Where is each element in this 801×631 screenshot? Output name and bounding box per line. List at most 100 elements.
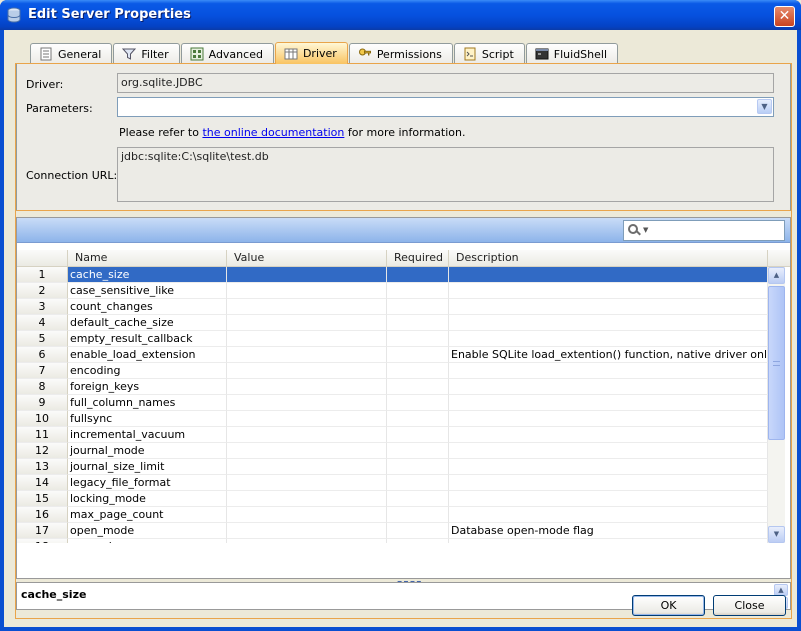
property-description-cell <box>449 299 768 315</box>
tab-fluidshell[interactable]: FluidShell <box>525 43 619 64</box>
header-corner <box>768 250 790 267</box>
property-value-cell[interactable] <box>227 315 387 331</box>
table-row[interactable]: 17 open_mode Database open-mode flag <box>17 523 768 539</box>
table-row[interactable]: 1 cache_size <box>17 267 768 283</box>
column-header-value[interactable]: Value <box>227 250 387 267</box>
column-header-required[interactable]: Required <box>387 250 449 267</box>
property-name-cell: encoding <box>68 363 227 379</box>
property-required-cell <box>387 411 449 427</box>
row-number: 15 <box>17 491 68 507</box>
property-value-cell[interactable] <box>227 347 387 363</box>
table-row[interactable]: 11 incremental_vacuum <box>17 427 768 443</box>
online-documentation-link[interactable]: the online documentation <box>202 126 344 139</box>
table-row[interactable]: 18page_size <box>17 539 768 543</box>
property-value-cell[interactable] <box>227 331 387 347</box>
parameters-combo[interactable]: ▼ <box>117 97 774 117</box>
property-value-cell[interactable] <box>227 395 387 411</box>
property-name-cell: locking_mode <box>68 491 227 507</box>
table-vertical-scrollbar[interactable]: ▲ ▼ <box>768 267 785 543</box>
title-bar[interactable]: Edit Server Properties ✕ <box>0 0 801 30</box>
ok-button[interactable]: OK <box>632 595 705 616</box>
fluidshell-icon <box>535 47 549 61</box>
tab-script[interactable]: Script <box>453 43 525 64</box>
property-name-cell: journal_mode <box>68 443 227 459</box>
property-value-cell[interactable] <box>227 475 387 491</box>
table-row[interactable]: 9 full_column_names <box>17 395 768 411</box>
property-description-cell <box>449 475 768 491</box>
connection-url-field[interactable]: jdbc:sqlite:C:\sqlite\test.db <box>117 147 774 202</box>
property-required-cell <box>387 459 449 475</box>
property-value-cell[interactable] <box>227 299 387 315</box>
property-description-cell <box>449 331 768 347</box>
property-value-cell[interactable] <box>227 491 387 507</box>
table-row[interactable]: 6 enable_load_extension Enable SQLite load… <box>17 347 768 363</box>
property-value-cell[interactable] <box>227 443 387 459</box>
property-value-cell[interactable] <box>227 267 387 283</box>
table-row[interactable]: 3 count_changes <box>17 299 768 315</box>
property-name-cell: default_cache_size <box>68 315 227 331</box>
table-row[interactable]: 5 empty_result_callback <box>17 331 768 347</box>
tab-general[interactable]: General <box>30 43 113 64</box>
general-icon <box>39 47 53 61</box>
scrollbar-thumb[interactable] <box>768 286 785 440</box>
table-row[interactable]: 14 legacy_file_format <box>17 475 768 491</box>
scroll-down-icon[interactable]: ▼ <box>768 526 785 543</box>
row-number: 4 <box>17 315 68 331</box>
table-row[interactable]: 8 foreign_keys <box>17 379 768 395</box>
close-window-button[interactable]: ✕ <box>774 6 795 27</box>
tab-advanced[interactable]: Advanced <box>180 43 274 64</box>
tab-label: Advanced <box>208 47 263 61</box>
property-name-cell: fullsync <box>68 411 227 427</box>
property-required-cell <box>387 395 449 411</box>
property-required-cell <box>387 539 449 543</box>
table-row[interactable]: 12 journal_mode <box>17 443 768 459</box>
property-value-cell[interactable] <box>227 379 387 395</box>
table-row[interactable]: 10 fullsync <box>17 411 768 427</box>
connection-url-label: Connection URL: <box>26 169 118 182</box>
chevron-down-icon[interactable]: ▼ <box>757 99 772 114</box>
property-value-cell[interactable] <box>227 523 387 539</box>
property-value-cell[interactable] <box>227 283 387 299</box>
row-number: 11 <box>17 427 68 443</box>
property-name-cell: legacy_file_format <box>68 475 227 491</box>
tab-label: Filter <box>141 47 169 61</box>
table-row[interactable]: 16 max_page_count <box>17 507 768 523</box>
tab-label: FluidShell <box>553 47 608 61</box>
property-value-cell[interactable] <box>227 411 387 427</box>
tab-permissions[interactable]: Permissions <box>348 43 453 64</box>
table-row[interactable]: 4 default_cache_size <box>17 315 768 331</box>
property-required-cell <box>387 363 449 379</box>
table-row[interactable]: 7 encoding <box>17 363 768 379</box>
property-description-cell <box>449 491 768 507</box>
property-value-cell[interactable] <box>227 363 387 379</box>
property-required-cell <box>387 331 449 347</box>
table-row[interactable]: 15 locking_mode <box>17 491 768 507</box>
table-row[interactable]: 13 journal_size_limit <box>17 459 768 475</box>
dialog-client-area: General Filter Advanced Driver Permissio… <box>4 30 797 627</box>
table-row[interactable]: 2 case_sensitive_like <box>17 283 768 299</box>
tab-filter[interactable]: Filter <box>113 43 180 64</box>
property-name-cell: full_column_names <box>68 395 227 411</box>
property-name-cell: enable_load_extension <box>68 347 227 363</box>
property-value-cell[interactable] <box>227 427 387 443</box>
table-header: Name Value Required Description <box>17 250 790 267</box>
database-icon <box>7 7 21 23</box>
column-header-description[interactable]: Description <box>449 250 768 267</box>
property-name-cell: incremental_vacuum <box>68 427 227 443</box>
close-button[interactable]: Close <box>713 595 786 616</box>
scroll-up-icon[interactable]: ▲ <box>768 267 785 284</box>
property-name-cell: open_mode <box>68 523 227 539</box>
property-description-cell <box>449 315 768 331</box>
driver-field[interactable]: org.sqlite.JDBC <box>117 73 774 93</box>
property-value-cell[interactable] <box>227 459 387 475</box>
property-description-cell <box>449 443 768 459</box>
property-search-input[interactable]: ▼ <box>623 220 785 241</box>
property-description-cell <box>449 411 768 427</box>
row-number: 16 <box>17 507 68 523</box>
property-value-cell[interactable] <box>227 507 387 523</box>
property-value-cell[interactable] <box>227 539 387 543</box>
tab-driver[interactable]: Driver <box>274 42 348 64</box>
property-required-cell <box>387 347 449 363</box>
column-header-name[interactable]: Name <box>68 250 227 267</box>
row-number: 13 <box>17 459 68 475</box>
